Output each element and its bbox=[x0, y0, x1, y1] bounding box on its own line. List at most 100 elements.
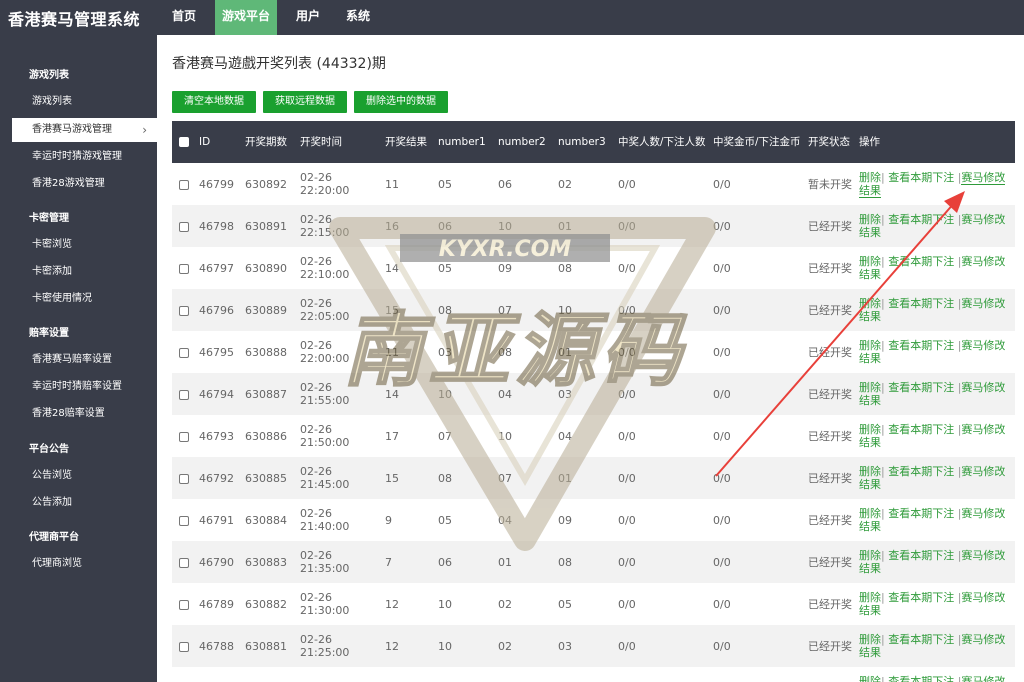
select-all-checkbox[interactable] bbox=[179, 136, 189, 147]
delete-link[interactable]: 删除 bbox=[859, 381, 881, 394]
clear-local-data-button[interactable]: 清空本地数据 bbox=[172, 91, 256, 113]
delete-link[interactable]: 删除 bbox=[859, 213, 881, 226]
row-checkbox[interactable] bbox=[179, 515, 189, 526]
top-nav-game-platform[interactable]: 游戏平台 bbox=[215, 0, 278, 35]
sidebar-item-card-add[interactable]: 卡密添加 bbox=[0, 260, 157, 284]
row-checkbox[interactable] bbox=[179, 221, 189, 232]
column-header: number2 bbox=[496, 121, 556, 163]
sidebar-item-announce-add[interactable]: 公告添加 bbox=[0, 491, 157, 515]
view-bets-link[interactable]: 查看本期下注 bbox=[888, 381, 954, 394]
delete-link[interactable]: 删除 bbox=[859, 507, 881, 520]
delete-link[interactable]: 删除 bbox=[859, 675, 881, 682]
row-checkbox[interactable] bbox=[179, 347, 189, 358]
row-select-cell bbox=[172, 373, 197, 415]
row-select-cell bbox=[172, 583, 197, 625]
view-bets-link[interactable]: 查看本期下注 bbox=[888, 675, 954, 682]
view-bets-link[interactable]: 查看本期下注 bbox=[888, 507, 954, 520]
cell-status: 已经开奖 bbox=[806, 289, 857, 331]
cell-number3: 03 bbox=[556, 625, 616, 667]
cell-result: 12 bbox=[383, 625, 436, 667]
delete-link[interactable]: 删除 bbox=[859, 423, 881, 436]
sidebar-group-games[interactable]: 游戏列表 bbox=[29, 66, 69, 81]
sidebar-item-odds-hk28[interactable]: 香港28赔率设置 bbox=[0, 402, 157, 426]
row-checkbox[interactable] bbox=[179, 599, 189, 610]
view-bets-link[interactable]: 查看本期下注 bbox=[888, 591, 954, 604]
delete-link[interactable]: 删除 bbox=[859, 255, 881, 268]
cell-coins: 0/0 bbox=[711, 205, 806, 247]
cell-draw-clock: 21:30:00 bbox=[300, 604, 350, 617]
top-bar: 香港赛马管理系统 首页 游戏平台 用户 系统 bbox=[0, 0, 1024, 35]
cell-result: 7 bbox=[383, 541, 436, 583]
row-checkbox[interactable] bbox=[179, 305, 189, 316]
cell-draw-clock: 21:45:00 bbox=[300, 478, 350, 491]
cell-coins: 0/0 bbox=[713, 177, 731, 191]
cell-status: 已经开奖 bbox=[808, 345, 852, 359]
delete-link[interactable]: 删除 bbox=[859, 633, 881, 646]
top-nav-users[interactable]: 用户 bbox=[289, 0, 327, 35]
delete-selected-button[interactable]: 删除选中的数据 bbox=[354, 91, 448, 113]
view-bets-link[interactable]: 查看本期下注 bbox=[888, 423, 954, 436]
sidebar-group-odds[interactable]: 赔率设置 bbox=[29, 324, 69, 339]
sidebar-item-announce-browse[interactable]: 公告浏览 bbox=[0, 464, 157, 488]
cell-actions: 删除| 查看本期下注 |赛马修改结果 bbox=[857, 415, 1015, 457]
column-header: ID bbox=[197, 121, 243, 163]
cell-draw-time: 02-26 21:35:00 bbox=[298, 541, 383, 583]
cell-draw-time: 02-26 21:50:00 bbox=[298, 415, 383, 457]
fetch-remote-data-button[interactable]: 获取远程数据 bbox=[263, 91, 347, 113]
cell-result: 11 bbox=[385, 177, 399, 191]
cell-draw-clock: 22:05:00 bbox=[300, 310, 350, 323]
view-bets-link[interactable]: 查看本期下注 bbox=[888, 213, 954, 226]
row-checkbox[interactable] bbox=[179, 557, 189, 568]
sidebar-item-card-browse[interactable]: 卡密浏览 bbox=[0, 233, 157, 257]
view-bets-link[interactable]: 查看本期下注 bbox=[888, 297, 954, 310]
row-checkbox[interactable] bbox=[179, 389, 189, 400]
row-checkbox[interactable] bbox=[179, 179, 189, 190]
sidebar-item-hk-horse-racing[interactable]: 香港赛马游戏管理 › bbox=[12, 118, 157, 142]
top-nav-home[interactable]: 首页 bbox=[165, 0, 203, 35]
row-select-cell bbox=[172, 331, 197, 373]
view-bets-link[interactable]: 查看本期下注 bbox=[888, 633, 954, 646]
view-bets-link[interactable]: 查看本期下注 bbox=[888, 255, 954, 268]
cell-number3: 01 bbox=[558, 345, 572, 359]
cell-status: 已经开奖 bbox=[806, 457, 857, 499]
table-row: 46798 630891 02-26 22:15:00 16 06 10 01 0/0 0/0 已经… bbox=[172, 205, 1015, 247]
row-checkbox[interactable] bbox=[179, 263, 189, 274]
delete-link[interactable]: 删除 bbox=[859, 549, 881, 562]
delete-link[interactable]: 删除 bbox=[859, 297, 881, 310]
view-bets-link[interactable]: 查看本期下注 bbox=[888, 171, 954, 184]
top-nav: 首页 游戏平台 用户 系统 bbox=[165, 0, 389, 35]
sidebar-item-odds-lucky[interactable]: 幸运时时猜赔率设置 bbox=[0, 375, 157, 399]
view-bets-link[interactable]: 查看本期下注 bbox=[888, 339, 954, 352]
sidebar-item-hk28[interactable]: 香港28游戏管理 bbox=[0, 172, 157, 196]
cell-draw-clock: 21:35:00 bbox=[300, 562, 350, 575]
sidebar-item-card-usage[interactable]: 卡密使用情况 bbox=[0, 287, 157, 311]
cell-result bbox=[383, 667, 436, 682]
cell-number1: 05 bbox=[438, 177, 452, 191]
sidebar-item-lucky-guess[interactable]: 幸运时时猜游戏管理 bbox=[0, 145, 157, 169]
cell-coins: 0/0 bbox=[711, 457, 806, 499]
top-nav-system[interactable]: 系统 bbox=[339, 0, 377, 35]
table-row: 02-26 已经开删除| 查看本期下注 |赛马修改结果 bbox=[172, 667, 1015, 682]
sidebar-item-odds-hk-horse[interactable]: 香港赛马赔率设置 bbox=[0, 348, 157, 372]
delete-link[interactable]: 删除 bbox=[859, 339, 881, 352]
delete-link[interactable]: 删除 bbox=[859, 465, 881, 478]
view-bets-link[interactable]: 查看本期下注 bbox=[888, 465, 954, 478]
view-bets-link[interactable]: 查看本期下注 bbox=[888, 549, 954, 562]
delete-link[interactable]: 删除 bbox=[859, 591, 881, 604]
cell-result: 15 bbox=[383, 289, 436, 331]
cell-draw-time: 02-26 22:10:00 bbox=[298, 247, 383, 289]
row-checkbox[interactable] bbox=[179, 431, 189, 442]
row-checkbox[interactable] bbox=[179, 641, 189, 652]
app-logo: 香港赛马管理系统 bbox=[8, 10, 141, 29]
cell-actions: 删除| 查看本期下注 |赛马修改结果 bbox=[857, 625, 1015, 667]
sidebar-item-game-list[interactable]: 游戏列表 bbox=[0, 90, 157, 114]
cell-actions: 删除| 查看本期下注 |赛马修改结果 bbox=[857, 289, 1015, 331]
sidebar-item-agent-browse[interactable]: 代理商浏览 bbox=[0, 552, 157, 576]
sidebar-group-card-keys[interactable]: 卡密管理 bbox=[29, 209, 69, 224]
sidebar-group-agents[interactable]: 代理商平台 bbox=[29, 528, 79, 543]
sidebar-group-announcements[interactable]: 平台公告 bbox=[29, 440, 69, 455]
cell-id: 46799 bbox=[199, 177, 234, 191]
delete-link[interactable]: 删除 bbox=[859, 171, 881, 184]
row-checkbox[interactable] bbox=[179, 473, 189, 484]
table-body: 46799 630892 02-26 22:20:00 11 05 06 02 0/0 0/0 暂未… bbox=[172, 163, 1015, 682]
